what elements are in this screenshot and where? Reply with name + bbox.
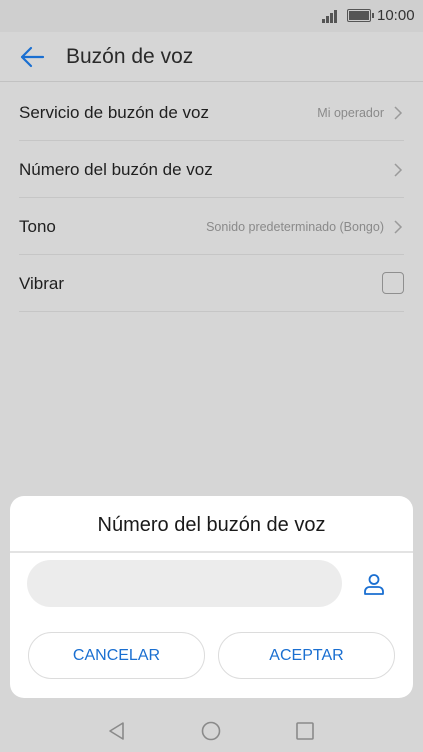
person-icon[interactable] (362, 572, 386, 596)
signal-icon (322, 10, 340, 23)
chevron-right-icon (394, 220, 403, 234)
arrow-left-icon[interactable] (19, 45, 45, 69)
home-circle-icon[interactable] (201, 721, 221, 741)
voicemail-number-input[interactable] (27, 560, 342, 607)
app-bar: Buzón de voz (0, 32, 423, 82)
navigation-bar (0, 710, 423, 752)
page-title: Buzón de voz (66, 45, 194, 68)
chevron-right-icon (394, 163, 403, 177)
setting-ringtone[interactable]: Tono Sonido predeterminado (Bongo) (19, 198, 404, 255)
setting-label: Servicio de buzón de voz (19, 103, 209, 122)
vibrate-checkbox[interactable] (382, 272, 404, 294)
status-bar: 10:00 (0, 0, 423, 32)
voicemail-number-dialog: Número del buzón de voz CANCELAR ACEPTAR (10, 496, 413, 698)
setting-vibrate[interactable]: Vibrar (19, 255, 404, 312)
recents-square-icon[interactable] (295, 721, 315, 741)
setting-label: Número del buzón de voz (19, 160, 213, 179)
chevron-right-icon (394, 106, 403, 120)
settings-list: Servicio de buzón de voz Mi operador Núm… (0, 84, 423, 312)
setting-voicemail-number[interactable]: Número del buzón de voz (19, 141, 404, 198)
setting-label: Tono (19, 217, 56, 236)
cancel-button[interactable]: CANCELAR (28, 632, 205, 679)
back-triangle-icon[interactable] (107, 721, 127, 741)
setting-label: Vibrar (19, 274, 65, 293)
accept-button[interactable]: ACEPTAR (218, 632, 395, 679)
setting-value: Mi operador (317, 106, 384, 120)
dialog-title: Número del buzón de voz (97, 514, 326, 536)
setting-value: Sonido predeterminado (Bongo) (206, 220, 384, 234)
status-time: 10:00 (377, 7, 415, 24)
setting-voicemail-service[interactable]: Servicio de buzón de voz Mi operador (19, 84, 404, 141)
battery-icon (347, 9, 374, 22)
dialog-divider (10, 551, 413, 553)
